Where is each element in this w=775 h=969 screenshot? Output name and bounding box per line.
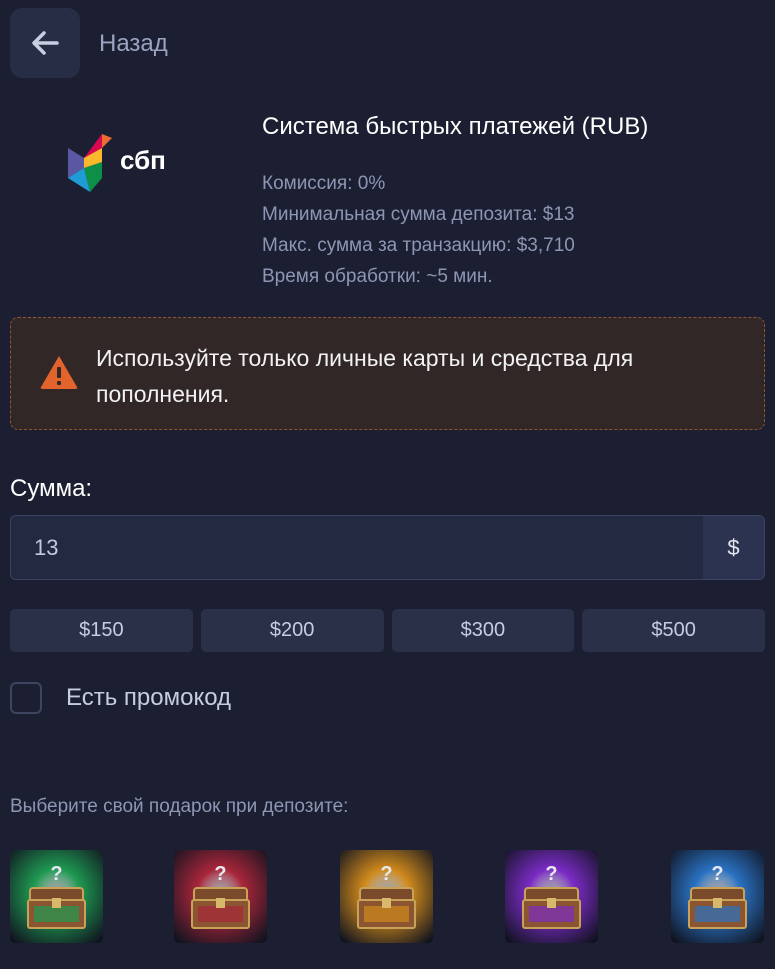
- chest-icon: ?: [10, 850, 103, 943]
- svg-text:?: ?: [545, 863, 557, 885]
- promo-checkbox[interactable]: [10, 682, 42, 714]
- method-info: Комиссия: 0% Минимальная сумма депозита:…: [262, 168, 575, 292]
- arrow-left-icon: [32, 31, 59, 55]
- warning-icon: [40, 356, 78, 389]
- quick-amount-150-button[interactable]: $150: [10, 609, 193, 652]
- amount-label: Сумма:: [10, 475, 93, 502]
- chest-icon: ?: [505, 850, 598, 943]
- svg-text:?: ?: [711, 863, 723, 885]
- chest-icon: ?: [671, 850, 764, 943]
- back-link[interactable]: Назад: [99, 30, 168, 58]
- amount-input[interactable]: [11, 516, 703, 579]
- commission-text: Комиссия: 0%: [262, 173, 386, 194]
- quick-amount-500-button[interactable]: $500: [582, 609, 765, 652]
- method-title: Система быстрых платежей (RUB): [262, 113, 649, 140]
- gift-chest-purple[interactable]: ?: [505, 850, 598, 943]
- svg-text:?: ?: [380, 863, 392, 885]
- chest-icon: ?: [340, 850, 433, 943]
- gift-label: Выберите свой подарок при депозите:: [10, 796, 349, 817]
- gift-chest-red[interactable]: ?: [174, 850, 267, 943]
- max-transaction-text: Макс. сумма за транзакцию: $3,710: [262, 235, 575, 256]
- quick-amount-200-button[interactable]: $200: [200, 609, 384, 652]
- promo-label[interactable]: Есть промокод: [66, 684, 231, 712]
- chest-icon: ?: [174, 850, 267, 943]
- back-button[interactable]: [10, 8, 80, 78]
- svg-text:?: ?: [50, 863, 62, 885]
- warning-banner: Используйте только личные карты и средст…: [10, 317, 765, 430]
- gift-chest-green[interactable]: ?: [10, 850, 103, 943]
- svg-text:сбп: сбп: [120, 145, 166, 175]
- sbp-logo: сбп: [64, 130, 184, 196]
- min-deposit-text: Минимальная сумма депозита: $13: [262, 204, 575, 225]
- gift-chest-blue[interactable]: ?: [671, 850, 764, 943]
- svg-text:?: ?: [214, 863, 226, 885]
- gift-chest-orange[interactable]: ?: [340, 850, 433, 943]
- quick-amount-300-button[interactable]: $300: [391, 609, 575, 652]
- amount-field: $: [10, 515, 765, 580]
- quick-amounts: $150 $200 $300 $500: [10, 609, 765, 652]
- deposit-page: Назад сбп Система быстрых платежей (RUB)…: [0, 0, 775, 969]
- currency-label: $: [703, 516, 764, 579]
- processing-time-text: Время обработки: ~5 мин.: [262, 266, 493, 287]
- warning-text: Используйте только личные карты и средст…: [96, 345, 634, 407]
